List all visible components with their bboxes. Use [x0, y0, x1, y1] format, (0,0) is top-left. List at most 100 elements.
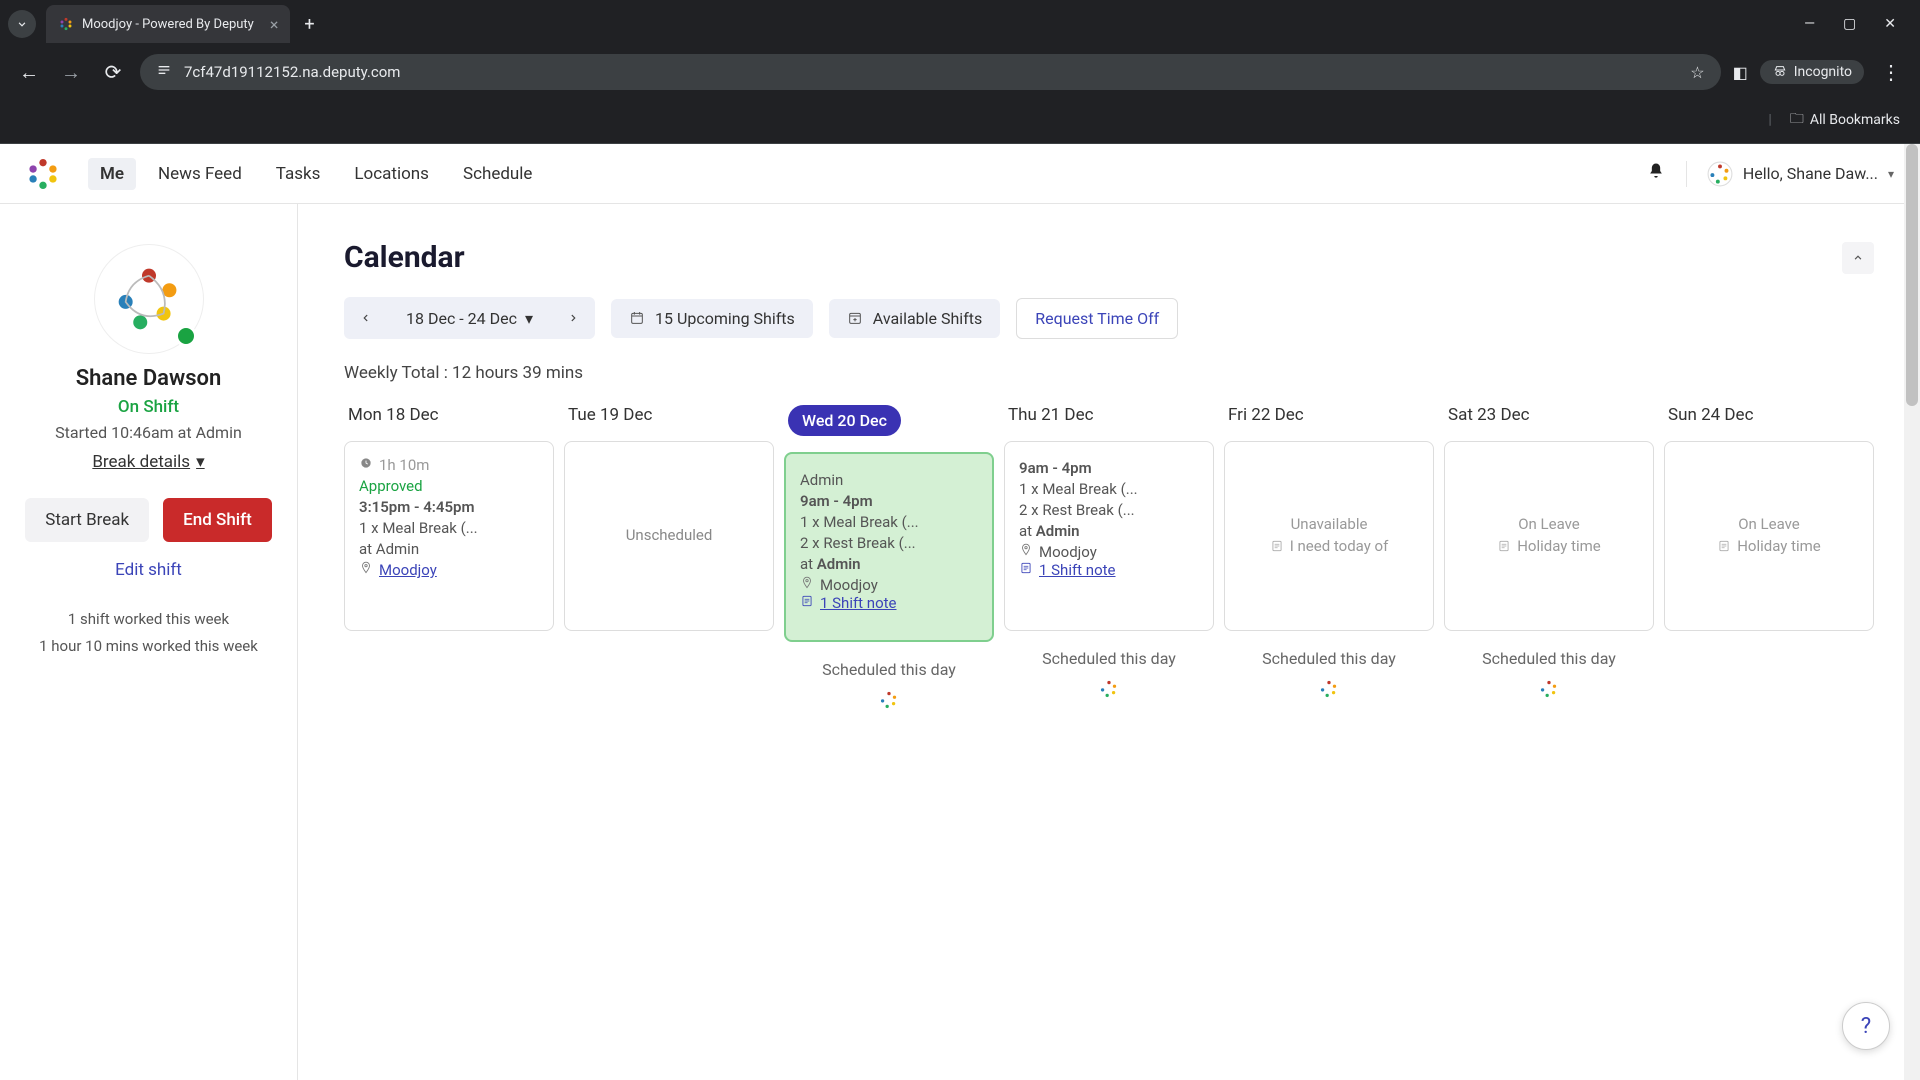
avatar-icon [1707, 161, 1733, 187]
scrollbar-thumb[interactable] [1906, 144, 1918, 406]
shift-card[interactable]: 9am - 4pm1 x Meal Break (...2 x Rest Bre… [1004, 441, 1214, 631]
end-shift-button[interactable]: End Shift [163, 498, 272, 542]
unscheduled-label: Unscheduled [626, 526, 713, 544]
approved-label: Approved [359, 477, 539, 495]
chevron-left-icon [359, 311, 373, 325]
note-icon [800, 594, 814, 612]
url-bar[interactable]: 7cf47d19112152.na.deputy.com ☆ [140, 54, 1721, 90]
note-icon [1019, 561, 1033, 579]
profile-started: Started 10:46am at Admin [24, 423, 273, 442]
scheduled-this-day-label: Scheduled this day [784, 660, 994, 679]
notifications-button[interactable] [1646, 161, 1666, 186]
week-range-dropdown[interactable]: 18 Dec - 24 Dec ▾ [388, 309, 551, 328]
day-label: Wed 20 Dec [784, 405, 994, 436]
status-note: I need today of [1270, 537, 1389, 555]
address-bar: ← → ⟳ 7cf47d19112152.na.deputy.com ☆ ◧ I… [0, 48, 1920, 96]
user-menu[interactable]: Hello, Shane Daw... ▾ [1686, 161, 1894, 187]
panel-icon[interactable]: ◧ [1733, 63, 1748, 82]
edit-shift-link[interactable]: Edit shift [24, 560, 273, 580]
maximize-button[interactable]: ▢ [1843, 16, 1856, 32]
day-column: Sat 23 DecOn LeaveHoliday timeScheduled … [1444, 405, 1654, 711]
shift-note-row[interactable]: 1 Shift note [800, 594, 978, 612]
calendar-icon [629, 310, 645, 326]
all-bookmarks-button[interactable]: 🗀 All Bookmarks [1790, 108, 1900, 132]
main-panel: Calendar 18 Dec - 24 Dec ▾ [298, 204, 1920, 1080]
request-time-off-button[interactable]: Request Time Off [1016, 298, 1178, 339]
back-button[interactable]: ← [14, 57, 44, 87]
scheduled-avatar[interactable] [878, 689, 900, 711]
scheduled-avatar[interactable] [1318, 678, 1340, 700]
week-navigator: 18 Dec - 24 Dec ▾ [344, 297, 595, 339]
start-break-button[interactable]: Start Break [25, 498, 149, 542]
app-logo[interactable] [26, 157, 60, 191]
status-label: On Leave [1738, 515, 1800, 533]
nav-item-tasks[interactable]: Tasks [264, 158, 333, 190]
profile-avatar[interactable] [94, 244, 204, 354]
nav-item-me[interactable]: Me [88, 158, 136, 190]
browser-menu-button[interactable]: ⋮ [1876, 57, 1906, 87]
shift-at: at Admin [800, 555, 978, 573]
site-info-icon[interactable] [156, 62, 172, 82]
nav-item-schedule[interactable]: Schedule [451, 158, 544, 190]
calendar-plus-icon [847, 310, 863, 326]
vertical-scrollbar[interactable] [1904, 144, 1920, 1080]
available-shifts-button[interactable]: Available Shifts [829, 299, 1000, 338]
shift-card[interactable]: Unscheduled [564, 441, 774, 631]
prev-week-button[interactable] [344, 297, 388, 339]
shift-title: Admin [800, 471, 978, 489]
upcoming-shifts-button[interactable]: 15 Upcoming Shifts [611, 299, 813, 338]
status-label: Unavailable [1291, 515, 1368, 533]
reload-button[interactable]: ⟳ [98, 57, 128, 87]
rest-break: 2 x Rest Break (... [1019, 501, 1199, 519]
caret-down-icon: ▾ [525, 309, 533, 328]
duration-row: 1h 10m [359, 456, 539, 474]
profile-sidebar: Shane Dawson On Shift Started 10:46am at… [0, 204, 298, 1080]
scheduled-avatar[interactable] [1098, 678, 1120, 700]
collapse-button[interactable] [1842, 242, 1874, 274]
new-tab-button[interactable]: + [304, 14, 314, 35]
nav-item-locations[interactable]: Locations [342, 158, 441, 190]
break-details-link[interactable]: Break details ▾ [92, 452, 204, 472]
day-column: Thu 21 Dec9am - 4pm1 x Meal Break (...2 … [1004, 405, 1214, 711]
location-icon [359, 561, 373, 579]
chevron-right-icon [566, 311, 580, 325]
day-column: Sun 24 DecOn LeaveHoliday time [1664, 405, 1874, 711]
tab-search-button[interactable] [8, 10, 36, 38]
day-label: Tue 19 Dec [564, 405, 774, 425]
shift-time: 9am - 4pm [1019, 459, 1199, 477]
shift-card[interactable]: Admin9am - 4pm1 x Meal Break (...2 x Res… [784, 452, 994, 642]
nav-item-news-feed[interactable]: News Feed [146, 158, 254, 190]
shift-time: 9am - 4pm [800, 492, 978, 510]
shift-card[interactable]: 1h 10mApproved3:15pm - 4:45pm1 x Meal Br… [344, 441, 554, 631]
top-nav: Me News Feed Tasks Locations Schedule Hello,… [0, 144, 1920, 204]
folder-icon: 🗀 [1790, 108, 1804, 132]
bookmark-star-icon[interactable]: ☆ [1690, 63, 1704, 82]
clock-icon [359, 456, 373, 474]
help-button[interactable]: ? [1842, 1002, 1890, 1050]
tab-bar: Moodjoy - Powered By Deputy × + — ▢ ✕ [0, 0, 1920, 48]
calendar-controls: 18 Dec - 24 Dec ▾ 15 Upcoming Shifts Ava… [344, 297, 1874, 339]
shift-card[interactable]: Unavailable I need today of [1224, 441, 1434, 631]
minimize-button[interactable]: — [1804, 16, 1815, 32]
location-icon [1019, 543, 1033, 561]
incognito-indicator[interactable]: Incognito [1760, 60, 1864, 84]
close-window-button[interactable]: ✕ [1884, 16, 1896, 32]
shift-card[interactable]: On LeaveHoliday time [1444, 441, 1654, 631]
scheduled-avatar[interactable] [1538, 678, 1560, 700]
profile-status: On Shift [24, 397, 273, 417]
browser-tab[interactable]: Moodjoy - Powered By Deputy × [46, 5, 290, 43]
next-week-button[interactable] [551, 297, 595, 339]
tab-close-button[interactable]: × [270, 15, 279, 34]
shift-note-row[interactable]: 1 Shift note [1019, 561, 1199, 579]
chevron-up-icon [1851, 251, 1865, 265]
location-link[interactable]: Moodjoy [379, 561, 437, 579]
day-label: Sat 23 Dec [1444, 405, 1654, 425]
caret-down-icon: ▾ [1888, 167, 1894, 181]
shift-at: at Admin [359, 540, 539, 558]
tab-title: Moodjoy - Powered By Deputy [82, 17, 254, 32]
shift-card[interactable]: On LeaveHoliday time [1664, 441, 1874, 631]
forward-button[interactable]: → [56, 57, 86, 87]
weekly-total: Weekly Total : 12 hours 39 mins [344, 363, 1874, 383]
status-label: On Leave [1518, 515, 1580, 533]
shift-time: 3:15pm - 4:45pm [359, 498, 539, 516]
